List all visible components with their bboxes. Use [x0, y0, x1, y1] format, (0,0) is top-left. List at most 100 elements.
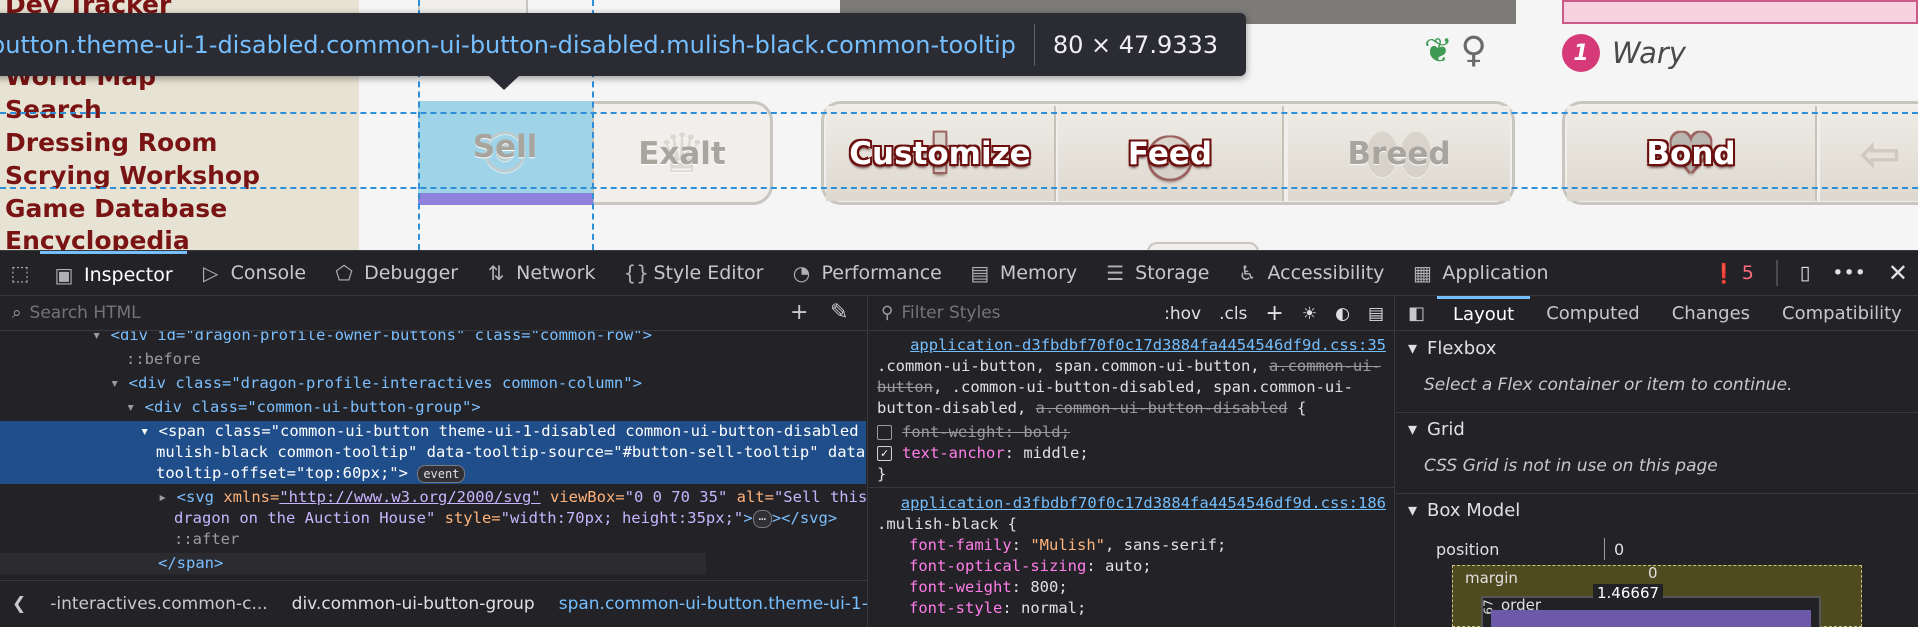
add-rule-icon[interactable]: + [1265, 301, 1283, 326]
class-toggle[interactable]: .cls [1219, 304, 1247, 324]
tree-node-close-span[interactable]: </span> [0, 553, 706, 574]
light-theme-icon[interactable]: ☀ [1302, 304, 1317, 324]
svg-xmlns-link[interactable]: "http://www.w3.org/2000/svg" [279, 488, 540, 506]
nav-link-search[interactable]: Search [5, 95, 102, 124]
tree-node-svg[interactable]: ▸ <svg xmlns="http://www.w3.org/2000/svg… [0, 487, 867, 508]
html-tree: ▾ <div id="dragon-profile-owner-buttons"… [0, 331, 868, 581]
property-value[interactable]: auto; [1105, 557, 1152, 575]
stylesheet-link[interactable]: application-d3fbdbf70f0c17d3884fa4454546… [910, 335, 1386, 356]
tab-style-editor[interactable]: {} Style Editor [609, 251, 777, 295]
border-top-value[interactable]: 1.46667 [1593, 584, 1664, 602]
nav-link-game-database[interactable]: Game Database [5, 194, 227, 223]
nav-link-dressing-room[interactable]: Dressing Room [5, 128, 217, 157]
property-value[interactable]: middle [1023, 444, 1079, 462]
declaration-checkbox[interactable]: ✓ [877, 446, 892, 461]
tree-node-interactives[interactable]: ▾ <div class="dragon-profile-interactive… [0, 373, 866, 394]
print-media-icon[interactable]: ▤ [1368, 304, 1384, 324]
nav-link-encyclopedia[interactable]: Encyclopedia [5, 226, 190, 250]
html-search-bar: ⌕ + ✎ [0, 296, 867, 331]
event-badge[interactable]: event [417, 465, 466, 483]
property-name[interactable]: font-family [909, 536, 1012, 554]
breadcrumb-item[interactable]: -interactives.common-c... [38, 594, 279, 614]
responsive-mode-icon[interactable]: ▯ [1800, 262, 1810, 284]
html-search-input[interactable] [29, 303, 670, 323]
section-title: Grid [1427, 419, 1465, 440]
tab-debugger[interactable]: ⬠ Debugger [320, 251, 472, 295]
svg-val: dragon on the Auction House" [174, 509, 436, 527]
filter-styles-input[interactable] [901, 303, 1102, 323]
hover-state-toggle[interactable]: :hov [1164, 304, 1201, 324]
tab-storage-label: Storage [1135, 262, 1210, 284]
nav-link-scrying-workshop[interactable]: Scrying Workshop [5, 161, 260, 190]
flexbox-section-header[interactable]: ▾ Flexbox [1396, 331, 1918, 365]
element-picker-button[interactable]: ⬚ [0, 251, 40, 295]
tab-layout[interactable]: Layout [1437, 296, 1531, 331]
box-model-section-header[interactable]: ▾ Box Model [1396, 493, 1918, 527]
svg-tag: <svg [176, 488, 224, 506]
partial-control [1147, 242, 1259, 250]
feed-label: Feed [1127, 135, 1213, 172]
svg-attr: style= [435, 509, 501, 527]
grid-message: CSS Grid is not in use on this page [1424, 456, 1718, 476]
exalt-label: Exalt [638, 135, 726, 172]
flexbox-message: Select a Flex container or item to conti… [1424, 375, 1793, 395]
stylesheet-link[interactable]: application-d3fbdbf70f0c17d3884fa4454546… [901, 493, 1386, 514]
property-name[interactable]: font-optical-sizing [909, 557, 1086, 575]
breadcrumb-item[interactable]: div.common-ui-button-group [280, 594, 547, 614]
selector-unmatched: a.common-ui-button-disabled [1035, 399, 1288, 417]
more-options-icon[interactable]: ••• [1832, 262, 1866, 284]
close-icon[interactable]: ✕ [1888, 259, 1908, 287]
selector-text: , .common-ui-button-disabled, span.commo… [933, 378, 1353, 396]
tree-node-owner-buttons[interactable]: ▾ <div id="dragon-profile-owner-buttons"… [0, 331, 866, 346]
collapse-arrow-icon: ▾ [1408, 337, 1418, 359]
declaration-text[interactable]: font-weight: bold; [902, 423, 1070, 441]
property-value[interactable]: 800; [1030, 578, 1067, 596]
storage-icon: ☰ [1106, 261, 1125, 285]
add-node-icon[interactable]: + [790, 300, 808, 325]
sell-button[interactable]: ◎ Sell [418, 101, 594, 205]
collapsed-content-badge[interactable]: ⋯ [752, 510, 772, 528]
highlight-guide-bottom [0, 187, 1918, 189]
tab-memory[interactable]: ▤ Memory [956, 251, 1091, 295]
eyedropper-icon[interactable]: ✎ [830, 300, 848, 325]
tab-compatibility[interactable]: Compatibility [1766, 296, 1918, 331]
tree-node-before[interactable]: ::before [0, 349, 866, 370]
tab-application[interactable]: ▦ Application [1398, 251, 1562, 295]
tab-network[interactable]: ⇅ Network [472, 251, 609, 295]
rule-selector-1c: button-disabled, a.common-ui-button-disa… [877, 398, 1389, 419]
collapse-arrow-icon: ▾ [1408, 419, 1418, 440]
tab-changes[interactable]: Changes [1656, 296, 1766, 331]
tab-inspector[interactable]: ▣ Inspector [40, 251, 187, 295]
property-name[interactable]: text-anchor [902, 444, 1005, 462]
position-label: position [1436, 540, 1500, 559]
breed-label: Breed [1347, 135, 1451, 172]
tree-node-button-group[interactable]: ▾ <div class="common-ui-button-group"> [0, 397, 866, 418]
tab-computed[interactable]: Computed [1530, 296, 1656, 331]
tab-storage[interactable]: ☰ Storage [1091, 251, 1223, 295]
property-value[interactable]: normal; [1021, 599, 1086, 617]
breadcrumb-back-icon[interactable]: ❮ [0, 594, 38, 614]
tree-node-selected-span[interactable]: ▾ <span class="common-ui-button theme-ui… [0, 421, 868, 484]
error-count-badge[interactable]: ❗ 5 [1712, 262, 1754, 285]
inspector-highlight-tooltip: button.theme-ui-1-disabled.common-ui-but… [0, 13, 1246, 76]
position-value[interactable]: 0 [1614, 540, 1624, 559]
svg-val: "0 0 70 35" [624, 488, 728, 506]
tab-accessibility[interactable]: ♿ Accessibility [1224, 251, 1399, 295]
mood-label: Wary [1612, 36, 1686, 70]
tab-debugger-label: Debugger [364, 262, 459, 284]
tab-console[interactable]: ▷ Console [187, 251, 320, 295]
tab-performance[interactable]: ◔ Performance [777, 251, 955, 295]
margin-top-value[interactable]: 0 [1648, 564, 1658, 582]
breadcrumb-item-current[interactable]: span.common-ui-button.theme-ui-1-disable… [547, 594, 868, 614]
property-value[interactable]: , sans-serif; [1105, 536, 1226, 554]
property-name[interactable]: font-style [909, 599, 1002, 617]
property-name[interactable]: font-weight [909, 578, 1012, 596]
declaration-checkbox[interactable] [877, 425, 892, 440]
tree-node-after[interactable]: ::after [0, 529, 866, 550]
html-markup-pane: ⌕ + ✎ ▾ <div id="dragon-profile-owner-bu… [0, 296, 868, 627]
toggle-sidebar-icon[interactable]: ◧ [1396, 296, 1437, 331]
error-count: 5 [1741, 262, 1754, 284]
dark-theme-icon[interactable]: ◐ [1335, 304, 1350, 324]
property-value[interactable]: "Mulish" [1030, 536, 1105, 554]
grid-section-header[interactable]: ▾ Grid [1396, 412, 1918, 446]
